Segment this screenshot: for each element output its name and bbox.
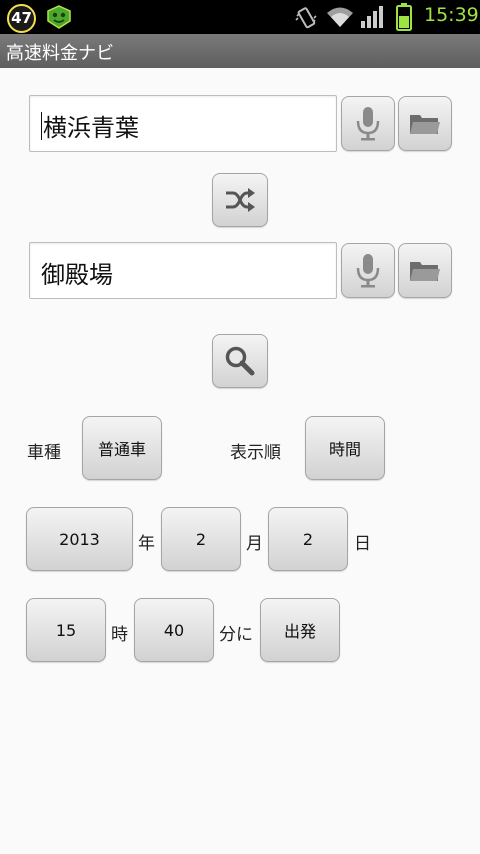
year-unit-label: 年 [138,534,155,554]
title-bar: 高速料金ナビ [0,34,480,68]
search-button[interactable] [212,334,268,388]
search-icon [225,346,255,376]
folder-icon [410,261,440,281]
app-icon [47,5,71,29]
minute-unit-label: 分に [219,625,253,645]
folder-icon [410,114,440,134]
swap-route-button[interactable] [212,173,268,227]
from-input[interactable]: 横浜青葉 [29,95,337,152]
vehicle-type-button[interactable]: 普通車 [82,416,162,480]
departure-mode-button[interactable]: 出発 [260,598,340,662]
app-title: 高速料金ナビ [6,43,114,64]
battery-icon [396,3,412,31]
to-input-value: 御殿場 [41,261,113,289]
vibrate-icon [295,7,317,29]
signal-icon [361,6,383,28]
vehicle-type-label: 車種 [27,443,61,463]
month-unit-label: 月 [246,534,263,554]
notification-count-badge: 47 [7,4,36,33]
to-voice-button[interactable] [341,243,395,298]
microphone-icon [356,253,380,287]
sort-order-button[interactable]: 時間 [305,416,385,480]
wifi-icon [327,7,353,27]
month-button[interactable]: 2 [161,507,241,571]
from-history-button[interactable] [398,96,452,151]
hour-unit-label: 時 [111,625,128,645]
year-button[interactable]: 2013 [26,507,133,571]
microphone-icon [356,106,380,140]
minute-button[interactable]: 40 [134,598,214,662]
to-history-button[interactable] [398,243,452,298]
from-voice-button[interactable] [341,96,395,151]
day-unit-label: 日 [354,534,371,554]
text-cursor [41,112,42,140]
to-input[interactable]: 御殿場 [29,242,337,299]
day-button[interactable]: 2 [268,507,348,571]
status-bar: 47 15:39 [0,0,480,34]
hour-button[interactable]: 15 [26,598,106,662]
sort-order-label: 表示順 [230,443,281,463]
shuffle-icon [226,188,255,212]
status-time: 15:39 [424,4,479,26]
from-input-value: 横浜青葉 [43,114,139,142]
